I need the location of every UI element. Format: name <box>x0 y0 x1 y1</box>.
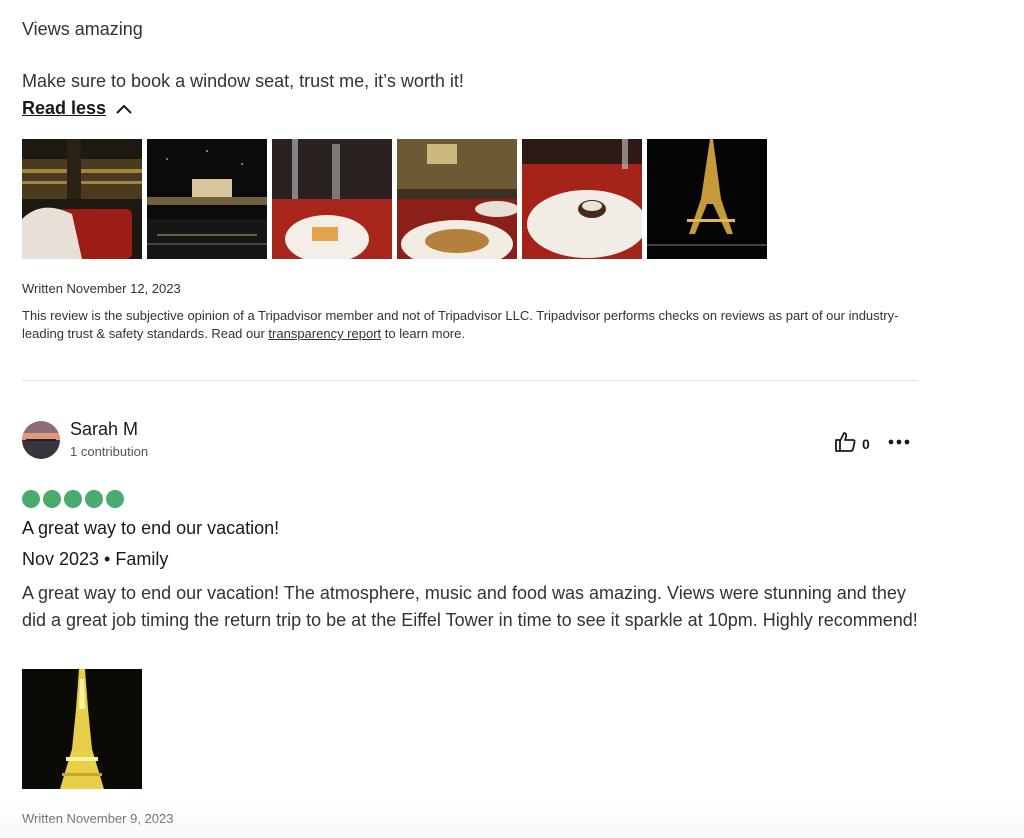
review-photo-eiffel-night[interactable] <box>647 139 767 259</box>
rating-bubble-icon <box>64 490 82 508</box>
rating-bubble-icon <box>43 490 61 508</box>
rating-bubbles <box>22 490 124 508</box>
more-options-icon[interactable] <box>888 434 910 455</box>
helpful-count: 0 <box>862 435 870 452</box>
review-photo-night-river[interactable] <box>147 139 267 259</box>
review-photo-dessert-cake[interactable] <box>272 139 392 259</box>
review-divider <box>22 380 918 381</box>
written-date: Written November 9, 2023 <box>22 811 174 826</box>
avatar[interactable] <box>22 421 60 459</box>
read-less-link[interactable]: Read less <box>22 98 132 119</box>
rating-bubble-icon <box>85 490 103 508</box>
rating-bubble-icon <box>106 490 124 508</box>
rating-bubble-icon <box>22 490 40 508</box>
review-photo-chocolate-dessert[interactable] <box>522 139 642 259</box>
disclaimer-text-end: to learn more. <box>381 326 465 341</box>
written-date: Written November 12, 2023 <box>22 281 181 296</box>
transparency-report-link[interactable]: transparency report <box>268 326 381 341</box>
review-photo-champagne[interactable] <box>22 139 142 259</box>
thumbs-up-icon <box>834 431 856 456</box>
review-text-line: Views amazing <box>22 19 143 39</box>
reviewer-name[interactable]: Sarah M <box>70 419 138 440</box>
review-trip-meta: Nov 2023 • Family <box>22 549 169 569</box>
helpful-vote-button[interactable]: 0 <box>834 431 870 456</box>
review-photo-dinner-table[interactable] <box>397 139 517 259</box>
review-disclaimer: This review is the subjective opinion of… <box>22 307 922 343</box>
read-less-label: Read less <box>22 98 107 118</box>
review-text-line: Make sure to book a window seat, trust m… <box>22 71 464 91</box>
chevron-up-icon <box>116 98 132 119</box>
review-photo-eiffel-sparkle[interactable] <box>22 669 142 789</box>
review-title[interactable]: A great way to end our vacation! <box>22 518 279 539</box>
contribution-count: 1 contribution <box>70 444 149 459</box>
review-body: A great way to end our vacation! The atm… <box>22 583 918 630</box>
